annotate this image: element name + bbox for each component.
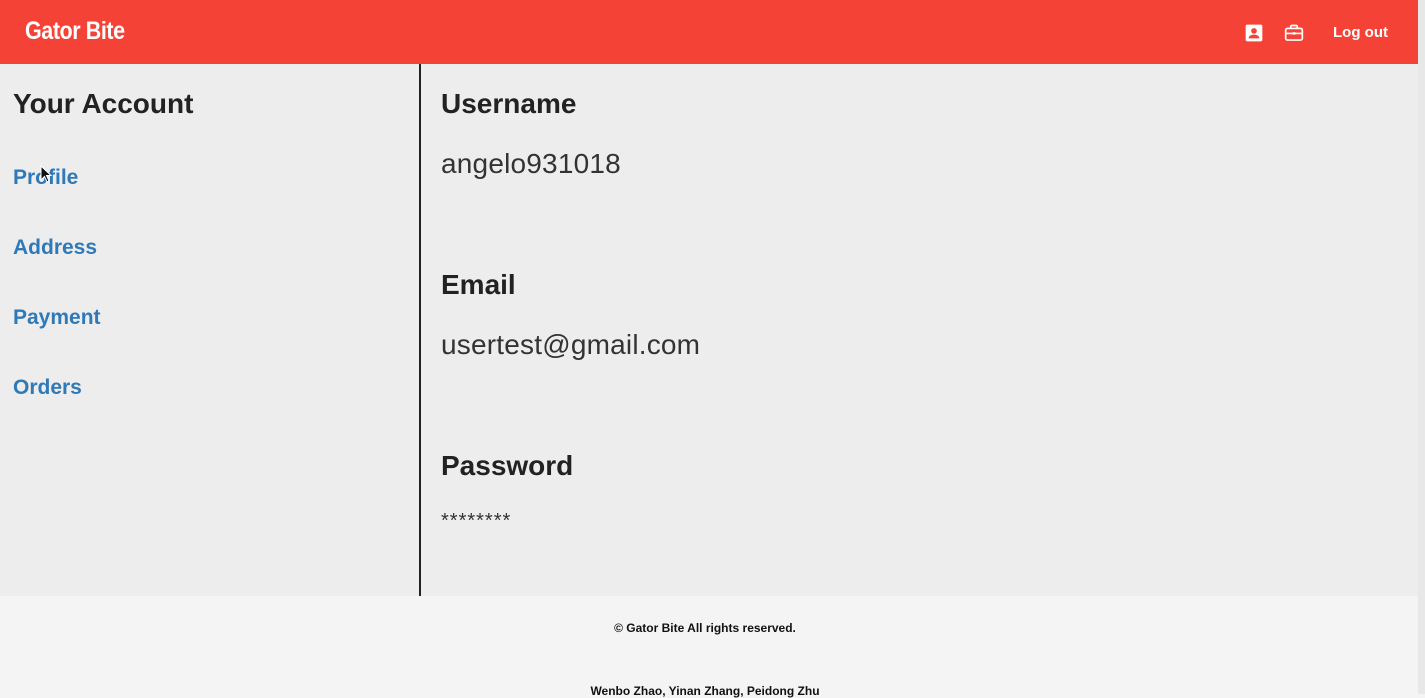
email-label: Email [441,269,516,300]
sidebar-item-address[interactable]: Address [13,236,97,260]
logout-link[interactable]: Log out [1333,24,1388,41]
sidebar-item-orders[interactable]: Orders [13,376,82,400]
briefcase-icon[interactable] [1283,22,1305,44]
password-label: Password [441,450,574,481]
profile-details: Username angelo931018 Email usertest@gma… [441,64,1401,596]
sidebar-item-payment[interactable]: Payment [13,306,101,330]
password-value: ******** [441,510,512,532]
scrollbar-track[interactable] [1418,0,1425,694]
briefcase-icon-svg [1284,24,1304,41]
account-box-icon-svg [1245,24,1263,42]
mouse-cursor-icon [40,165,52,183]
brand-logo[interactable]: Gator Bite [25,17,125,46]
sidebar-title: Your Account [13,88,194,119]
authors-text: Wenbo Zhao, Yinan Zhang, Peidong Zhu [590,684,820,698]
page-footer: © Gator Bite All rights reserved. Wenbo … [0,596,1418,698]
account-content: Your Account Profile Address Payment Ord… [0,64,1418,596]
username-value: angelo931018 [441,148,621,179]
copyright-text: © Gator Bite All rights reserved. [614,621,796,635]
username-label: Username [441,88,577,119]
account-box-icon[interactable] [1243,22,1265,44]
top-navbar: Gator Bite Log out [0,0,1418,64]
account-sidebar: Your Account Profile Address Payment Ord… [0,64,421,596]
email-value: usertest@gmail.com [441,329,701,360]
